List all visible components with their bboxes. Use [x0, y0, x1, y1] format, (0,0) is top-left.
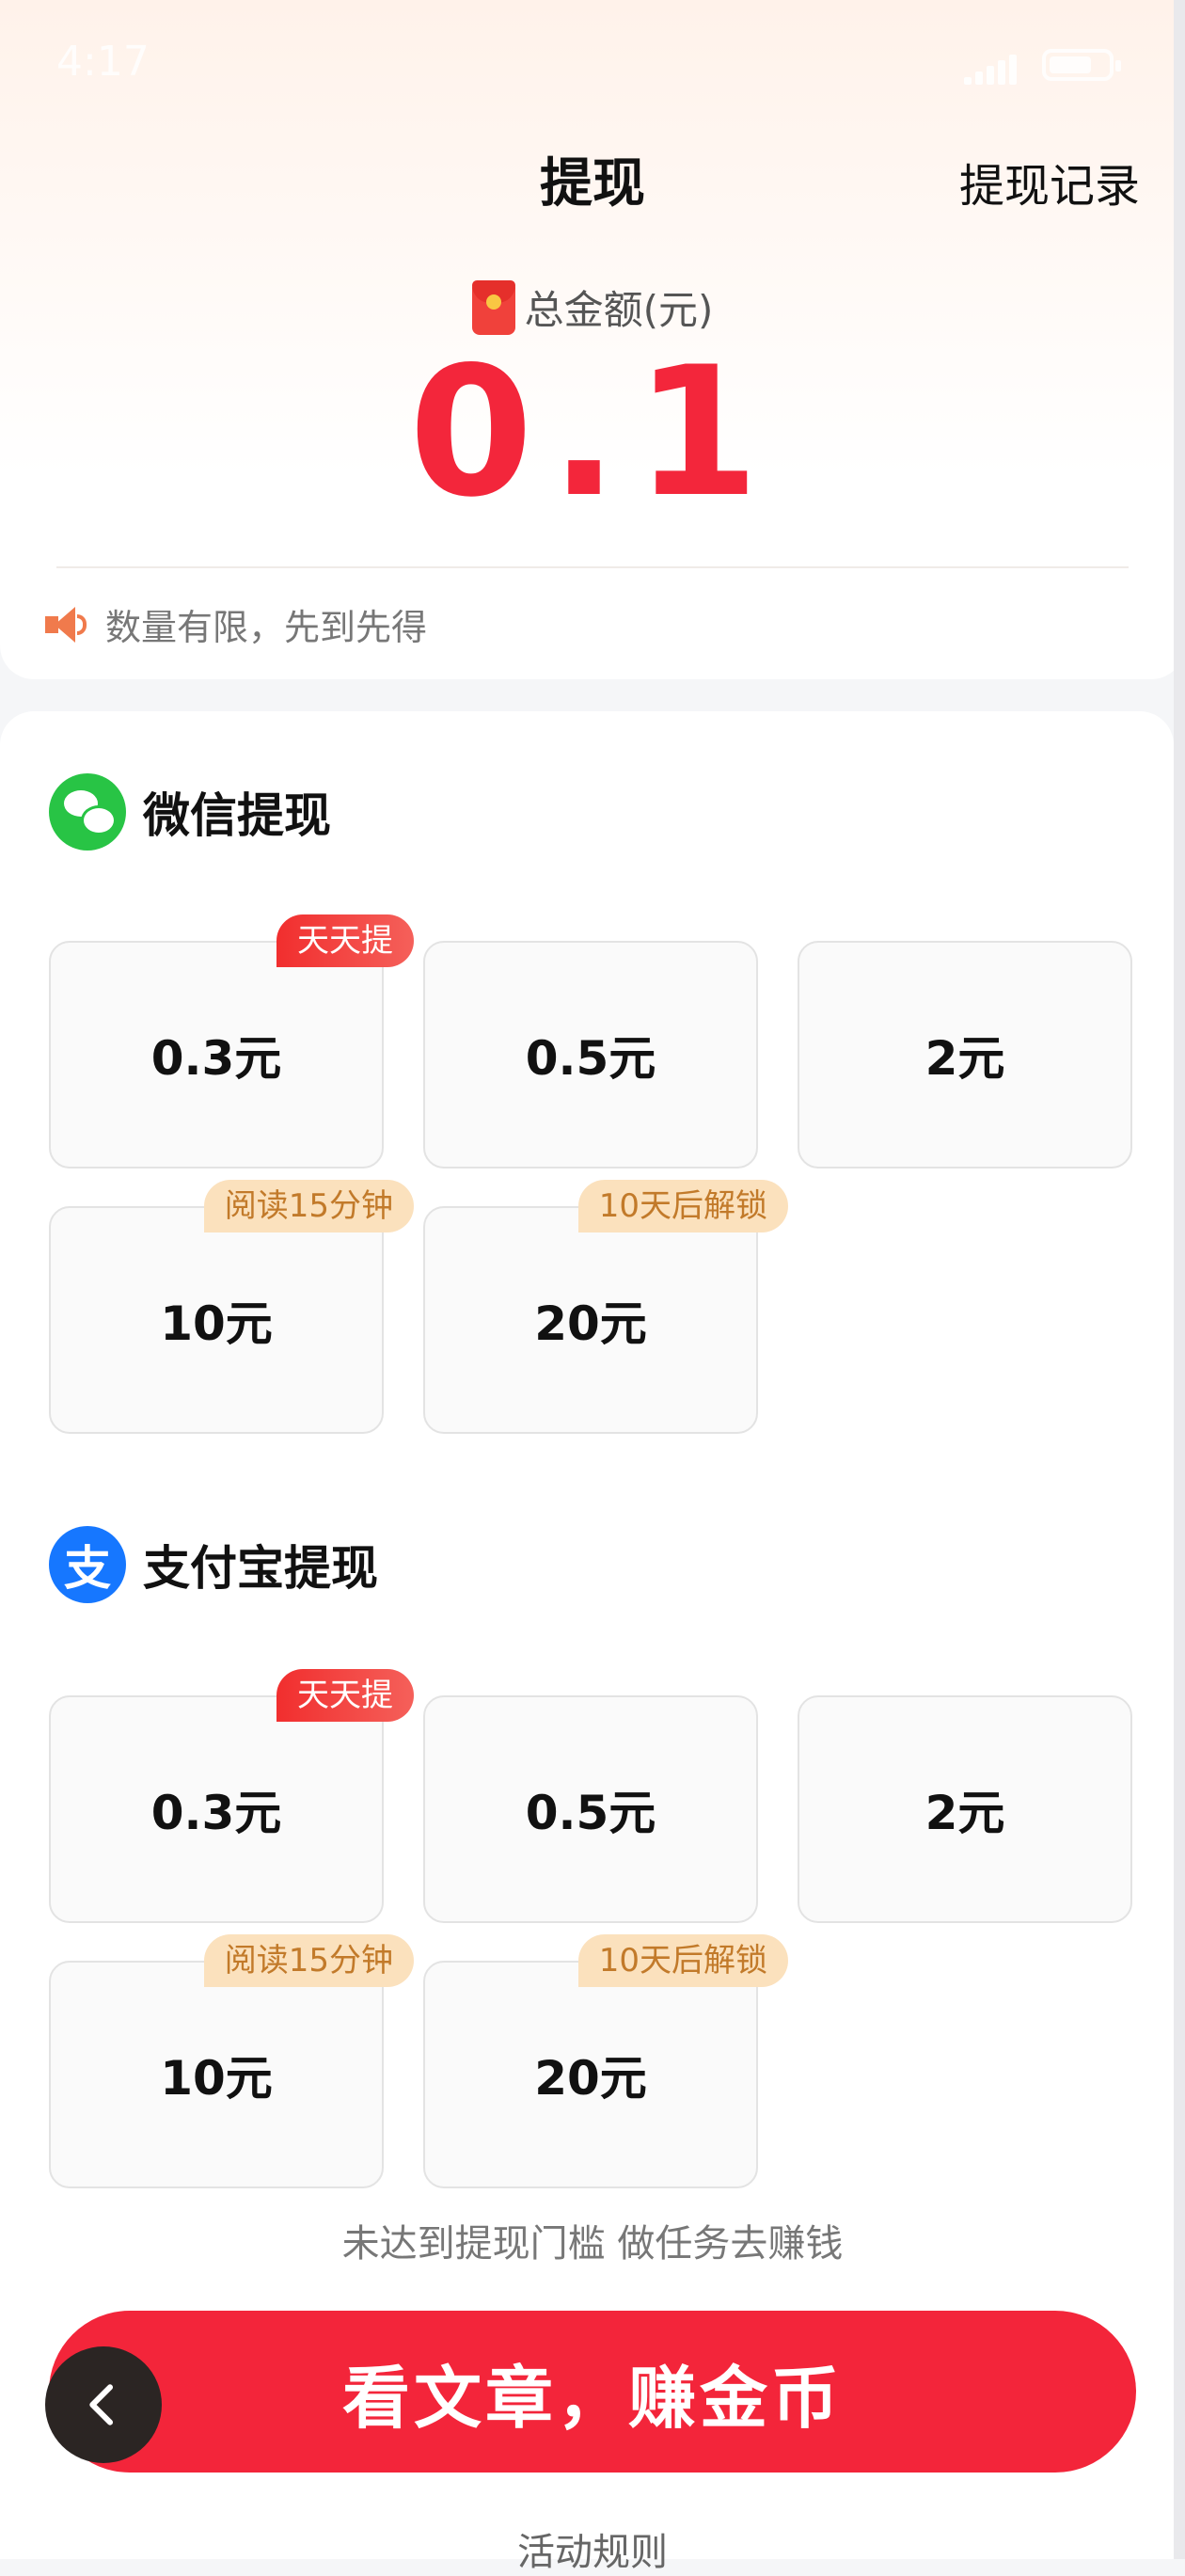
alipay-option-10[interactable]: 10元 阅读15分钟	[49, 1934, 414, 2188]
status-bar: 4:17	[0, 0, 1185, 132]
option-amount: 0.5元	[525, 1786, 656, 1840]
option-tag-read: 阅读15分钟	[203, 1934, 414, 1987]
option-tag-read: 阅读15分钟	[203, 1180, 414, 1232]
alipay-option-20[interactable]: 20元 10天后解锁	[423, 1934, 788, 2188]
red-envelope-icon	[471, 279, 515, 335]
total-amount-value: 0.1	[408, 328, 777, 536]
wechat-option-2[interactable]: 2元	[798, 941, 1132, 1169]
threshold-hint: 未达到提现门槛 做任务去赚钱	[341, 2222, 844, 2266]
wechat-section-header: 微信提现	[49, 773, 331, 851]
status-time: 4:17	[56, 38, 150, 86]
alipay-option-0.5[interactable]: 0.5元	[423, 1695, 758, 1923]
option-amount: 0.3元	[150, 1031, 282, 1086]
speaker-icon	[45, 606, 88, 643]
total-amount-label: 总金额(元)	[524, 287, 714, 333]
option-amount: 2元	[924, 1786, 1005, 1840]
signal-icon	[964, 47, 1030, 85]
wechat-icon	[49, 773, 126, 851]
total-amount-label-row: 总金额(元)	[0, 278, 1185, 336]
read-articles-earn-coins-button[interactable]: 看文章，赚金币	[49, 2311, 1136, 2473]
alipay-option-2[interactable]: 2元	[798, 1695, 1132, 1923]
wechat-option-0.3[interactable]: 0.3元 天天提	[49, 914, 414, 1169]
notice-bar: 数量有限，先到先得	[45, 598, 427, 650]
option-amount: 10元	[160, 2051, 273, 2106]
alipay-section-header: 支 支付宝提现	[49, 1526, 378, 1603]
option-tag-daily: 天天提	[276, 914, 414, 967]
option-amount: 0.3元	[150, 1786, 282, 1840]
alipay-icon: 支	[49, 1526, 126, 1603]
scrollbar-track	[1174, 0, 1185, 2559]
option-tag-unlock: 10天后解锁	[577, 1180, 788, 1232]
option-tag-unlock: 10天后解锁	[577, 1934, 788, 1987]
option-amount: 20元	[534, 1296, 647, 1351]
chevron-left-icon	[89, 2384, 114, 2425]
wechat-option-0.5[interactable]: 0.5元	[423, 941, 758, 1169]
wechat-section-title: 微信提现	[143, 788, 331, 843]
divider	[56, 566, 1129, 568]
battery-icon	[1042, 49, 1121, 81]
wechat-option-10[interactable]: 10元 阅读15分钟	[49, 1180, 414, 1434]
option-amount: 20元	[534, 2051, 647, 2106]
alipay-section-title: 支付宝提现	[143, 1541, 378, 1596]
withdraw-history-link[interactable]: 提现记录	[959, 149, 1140, 215]
option-amount: 0.5元	[525, 1031, 656, 1086]
wechat-option-20[interactable]: 20元 10天后解锁	[423, 1180, 788, 1434]
notice-text: 数量有限，先到先得	[105, 607, 428, 648]
alipay-option-0.3[interactable]: 0.3元 天天提	[49, 1669, 414, 1923]
option-amount: 2元	[924, 1031, 1005, 1086]
option-amount: 10元	[160, 1296, 273, 1351]
activity-rules-link[interactable]: 活动规则	[0, 2521, 1185, 2576]
option-tag-daily: 天天提	[276, 1669, 414, 1722]
back-button[interactable]	[45, 2346, 162, 2463]
